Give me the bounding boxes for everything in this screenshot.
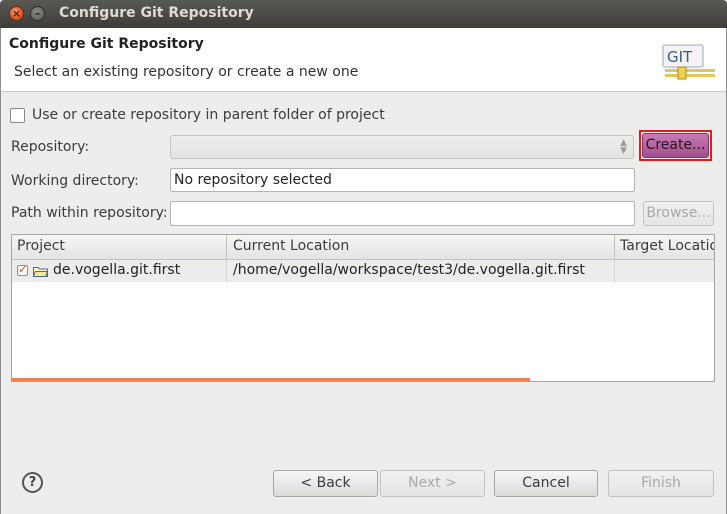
close-icon[interactable]: × xyxy=(9,6,24,21)
column-header-current-location[interactable]: Current Location xyxy=(233,238,349,254)
git-logo-icon: GIT xyxy=(662,44,715,80)
column-separator[interactable] xyxy=(614,235,615,259)
working-directory-field[interactable]: No repository selected xyxy=(170,168,635,192)
frame-left xyxy=(0,91,1,514)
parent-folder-option[interactable]: Use or create repository in parent folde… xyxy=(10,107,385,123)
create-button[interactable]: Create... xyxy=(642,133,709,158)
finish-button[interactable]: Finish xyxy=(608,470,714,497)
path-within-repository-label: Path within repository: xyxy=(11,205,168,221)
page-subtitle: Select an existing repository or create … xyxy=(14,64,359,80)
help-icon[interactable]: ? xyxy=(22,472,43,493)
minimize-icon[interactable]: – xyxy=(30,6,45,21)
row-column-separator xyxy=(226,260,227,282)
back-button[interactable]: < Back xyxy=(273,470,378,497)
repository-combo[interactable]: ▲ ▼ xyxy=(170,135,634,159)
parent-folder-label: Use or create repository in parent folde… xyxy=(32,107,385,123)
column-header-target-location[interactable]: Target Location xyxy=(620,238,714,254)
repository-label: Repository: xyxy=(11,139,90,155)
cancel-button[interactable]: Cancel xyxy=(494,470,598,497)
dropdown-arrow-icon: ▲ ▼ xyxy=(620,138,627,156)
page-title: Configure Git Repository xyxy=(9,36,204,52)
browse-button[interactable]: Browse... xyxy=(643,201,714,226)
folder-icon xyxy=(33,267,48,277)
current-location-cell: /home/vogella/workspace/test3/de.vogella… xyxy=(233,262,585,278)
window-title: Configure Git Repository xyxy=(59,5,254,21)
column-separator[interactable] xyxy=(226,235,227,259)
parent-folder-checkbox[interactable] xyxy=(10,107,25,123)
column-header-project[interactable]: Project xyxy=(17,238,65,254)
row-checkbox[interactable] xyxy=(17,262,28,276)
wizard-header: Configure Git Repository Select an exist… xyxy=(0,28,727,92)
project-name-cell: de.vogella.git.first xyxy=(53,262,181,278)
table-header: Project Current Location Target Location xyxy=(12,235,714,260)
path-within-repository-field[interactable] xyxy=(170,201,635,226)
next-button[interactable]: Next > xyxy=(380,470,485,497)
title-bar: × – Configure Git Repository xyxy=(0,0,727,28)
horizontal-scroll-indicator[interactable] xyxy=(12,378,530,381)
table-row[interactable]: de.vogella.git.first /home/vogella/works… xyxy=(12,260,714,282)
working-directory-label: Working directory: xyxy=(11,173,139,189)
projects-table[interactable]: Project Current Location Target Location… xyxy=(11,234,715,382)
git-logo-text: GIT xyxy=(667,48,693,66)
row-column-separator xyxy=(614,260,615,282)
